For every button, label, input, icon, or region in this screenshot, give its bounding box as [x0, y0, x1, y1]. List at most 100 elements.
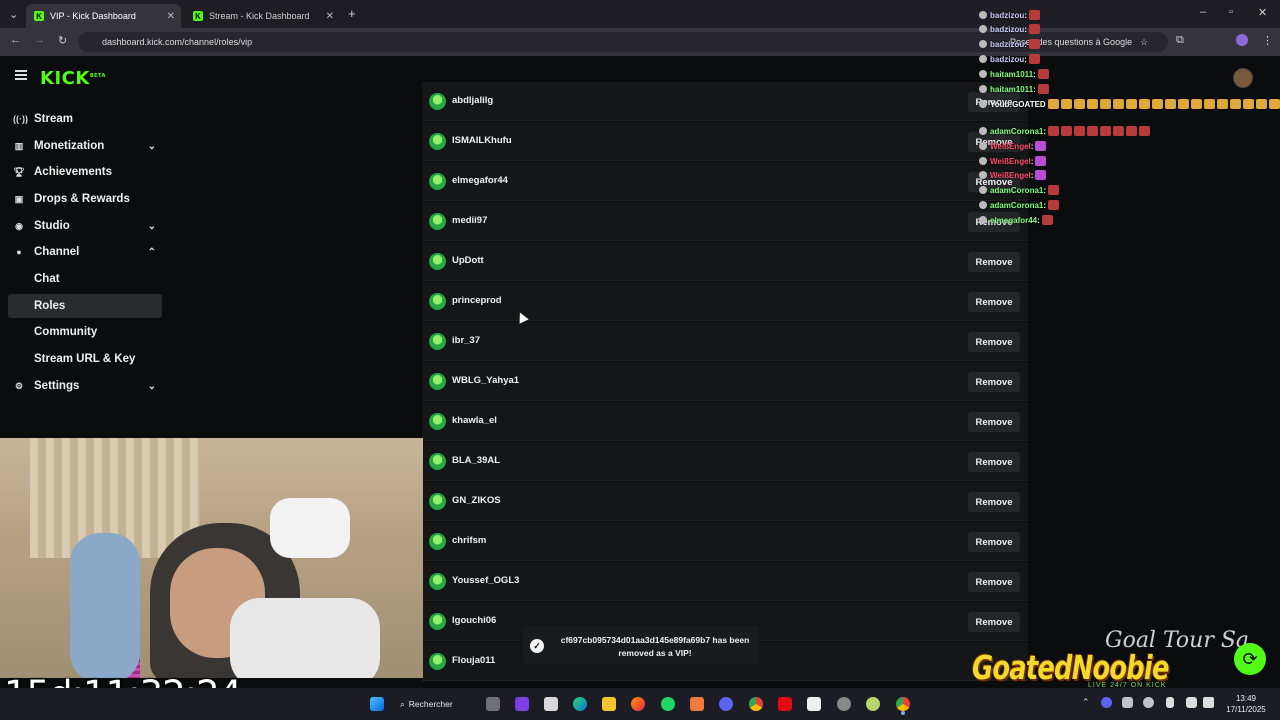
remove-button[interactable]: Remove: [968, 412, 1020, 432]
remove-button[interactable]: Remove: [968, 252, 1020, 272]
chrome-active-icon[interactable]: [896, 697, 910, 711]
chat-message: adamCorona1 :: [979, 124, 1151, 138]
netflix-icon[interactable]: [778, 697, 792, 711]
spotify-icon[interactable]: [661, 697, 675, 711]
tray-icon[interactable]: [1101, 697, 1112, 708]
tab-stream[interactable]: K Stream - Kick Dashboard ✕: [185, 4, 340, 28]
vip-username[interactable]: ISMAILKhufu: [452, 135, 512, 146]
vip-username[interactable]: WBLG_Yahya1: [452, 375, 519, 386]
menu-icon[interactable]: ⋮: [1262, 34, 1273, 47]
file-explorer-icon[interactable]: [602, 697, 616, 711]
user-icon: ●: [16, 247, 22, 257]
remove-button[interactable]: Remove: [968, 532, 1020, 552]
vip-username[interactable]: elmegafor44: [452, 175, 508, 186]
sidebar-item-stream[interactable]: ((·)) Stream: [8, 107, 162, 131]
forward-icon[interactable]: →: [34, 34, 45, 46]
sidebar-item-channel[interactable]: ● Channel ⌃: [8, 240, 162, 264]
chat-separator: :: [1043, 200, 1047, 210]
tab-vip[interactable]: K VIP - Kick Dashboard ✕: [26, 4, 181, 28]
discord-icon[interactable]: [719, 697, 733, 711]
remove-button[interactable]: Remove: [968, 292, 1020, 312]
vip-username[interactable]: lgouchi06: [452, 615, 496, 626]
sidebar-item-settings[interactable]: ⚙ Settings ⌄: [8, 374, 162, 398]
search-icon: ⌕: [400, 698, 405, 709]
new-tab-icon[interactable]: +: [348, 6, 356, 21]
profile-avatar-icon[interactable]: [1236, 34, 1248, 46]
user-avatar: [429, 573, 446, 590]
windows-taskbar: ⌕ Rechercher ⌃ 13:49 17/11/2025: [0, 688, 1280, 720]
volume-icon[interactable]: [1203, 697, 1214, 708]
sidebar-item-studio[interactable]: ◉ Studio ⌄: [8, 214, 162, 238]
vip-username[interactable]: UpDott: [452, 255, 484, 266]
sidebar-subitem-chat[interactable]: Chat: [8, 267, 162, 291]
bookmark-star-icon[interactable]: ☆: [1140, 37, 1148, 48]
vip-username[interactable]: chrifsm: [452, 535, 486, 546]
chat-message: haitam1011 :: [979, 67, 1049, 81]
app-icon[interactable]: [690, 697, 704, 711]
app-icon[interactable]: [515, 697, 529, 711]
chevron-down-icon: ⌄: [147, 140, 156, 152]
sidebar-item-achievements[interactable]: 🏆︎ Achievements: [8, 160, 162, 184]
emote-icon: [1268, 99, 1280, 109]
refresh-icon[interactable]: ⟳: [1234, 643, 1266, 675]
firefox-icon[interactable]: [631, 697, 645, 711]
tab-list-icon[interactable]: ⌄: [9, 8, 18, 21]
remove-button[interactable]: Remove: [968, 572, 1020, 592]
kick-logo[interactable]: KICKBETA: [40, 68, 106, 89]
chat-username: WeißEngel: [990, 156, 1031, 166]
extensions-icon[interactable]: ⧉: [1176, 34, 1184, 47]
system-clock[interactable]: 13:49 17/11/2025: [1217, 693, 1275, 715]
vip-username[interactable]: BLA_39AL: [452, 455, 500, 466]
vip-username[interactable]: Flouja011: [452, 655, 495, 666]
microphone-icon[interactable]: [1166, 697, 1174, 708]
remove-button[interactable]: Remove: [968, 452, 1020, 472]
sidebar-item-drops-rewards[interactable]: ▣ Drops & Rewards: [8, 187, 162, 211]
tray-chevron-icon[interactable]: ⌃: [1082, 697, 1090, 708]
vip-username[interactable]: Youssef_OGL3: [452, 575, 519, 586]
app-icon[interactable]: [866, 697, 880, 711]
chat-username: WeißEngel: [990, 170, 1031, 180]
tray-icon[interactable]: [1122, 697, 1133, 708]
app-icon[interactable]: [837, 697, 851, 711]
tab-title: VIP - Kick Dashboard: [50, 11, 136, 21]
camera-icon: ◉: [15, 220, 23, 231]
remove-button[interactable]: Remove: [968, 332, 1020, 352]
minimize-icon[interactable]: –: [1200, 6, 1206, 18]
edge-icon[interactable]: [573, 697, 587, 711]
sidebar-subitem-community[interactable]: Community: [8, 320, 162, 344]
hamburger-menu-icon[interactable]: [15, 70, 27, 80]
reload-icon[interactable]: ↻: [58, 34, 67, 47]
chat-badge-icon: [979, 201, 987, 209]
network-icon[interactable]: [1186, 697, 1197, 708]
user-avatar: [429, 253, 446, 270]
close-window-icon[interactable]: ✕: [1258, 6, 1267, 19]
maximize-icon[interactable]: ▫: [1229, 6, 1233, 18]
windows-start-icon[interactable]: [370, 697, 384, 711]
sidebar-subitem-stream-url-key[interactable]: Stream URL & Key: [8, 347, 162, 371]
remove-button[interactable]: Remove: [968, 372, 1020, 392]
sidebar-item-monetization[interactable]: ▥ Monetization ⌄: [8, 134, 162, 158]
chat-username: badzizou: [990, 24, 1025, 34]
tray-icon[interactable]: [1143, 697, 1154, 708]
close-icon[interactable]: ✕: [326, 11, 334, 22]
user-avatar[interactable]: [1233, 68, 1253, 88]
chat-badge-icon: [979, 142, 987, 150]
user-avatar: [429, 213, 446, 230]
app-icon[interactable]: [807, 697, 821, 711]
remove-button[interactable]: Remove: [968, 612, 1020, 632]
vip-username[interactable]: abdljalilg: [452, 95, 493, 106]
task-view-icon[interactable]: [486, 697, 500, 711]
vip-username[interactable]: medii97: [452, 215, 487, 226]
taskbar-search[interactable]: ⌕ Rechercher: [400, 695, 453, 713]
vip-username[interactable]: khawla_el: [452, 415, 497, 426]
close-icon[interactable]: ✕: [167, 11, 175, 22]
back-icon[interactable]: ←: [10, 34, 21, 46]
sidebar-subitem-roles[interactable]: Roles: [8, 294, 162, 318]
vip-username[interactable]: ibr_37: [452, 335, 480, 346]
chrome-icon[interactable]: [749, 697, 763, 711]
vip-username[interactable]: GN_ZIKOS: [452, 495, 501, 506]
remove-button[interactable]: Remove: [968, 492, 1020, 512]
vip-username[interactable]: princeprod: [452, 295, 502, 306]
app-icon[interactable]: [544, 697, 558, 711]
vip-row: WBLG_Yahya1 Remove: [422, 362, 1028, 401]
